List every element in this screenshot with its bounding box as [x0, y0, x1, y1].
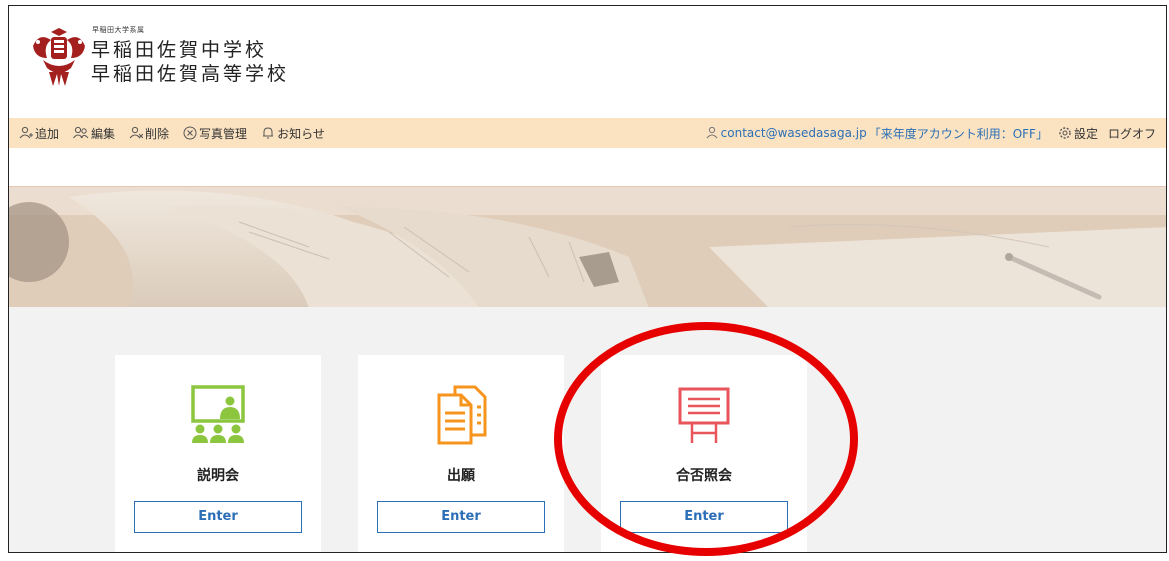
documents-icon: [437, 385, 487, 445]
settings-button[interactable]: 設定: [1058, 125, 1098, 142]
logout-button[interactable]: ログオフ: [1108, 125, 1156, 142]
edit-label: 編集: [91, 126, 116, 141]
site-header: 早稲田大学系属 早稲田佐賀中学校 早稲田佐賀高等学校: [9, 6, 1166, 118]
card-application-title: 出願: [447, 468, 475, 484]
school-logo-icon[interactable]: [29, 24, 89, 90]
banner-books-image: [9, 187, 1166, 308]
user-delete-icon: [129, 126, 144, 139]
school-name-senior: 早稲田佐賀高等学校: [91, 63, 290, 85]
photo-manage-button[interactable]: 写真管理: [183, 125, 247, 142]
user-icon: [706, 126, 718, 139]
bell-icon: [263, 127, 274, 139]
user-add-icon: [19, 126, 33, 139]
notice-button[interactable]: お知らせ: [261, 125, 325, 142]
school-name-junior: 早稲田佐賀中学校: [91, 39, 268, 61]
logout-label: ログオフ: [1107, 126, 1156, 141]
application-enter-button[interactable]: Enter: [377, 501, 545, 533]
card-seminar[interactable]: 説明会 Enter: [115, 355, 321, 552]
university-affiliation: 早稲田大学系属: [92, 26, 145, 34]
spacer: [9, 148, 1166, 186]
account-email: contact@wasedasaga.jp: [720, 126, 867, 140]
delete-button[interactable]: 削除: [129, 125, 169, 142]
photo-manage-label: 写真管理: [199, 126, 248, 141]
card-application[interactable]: 出願 Enter: [358, 355, 564, 552]
notice-label: お知らせ: [277, 126, 325, 141]
add-label: 追加: [35, 126, 60, 141]
account-info: contact@wasedasaga.jp 「来年度アカウント利用：OFF」: [705, 125, 1048, 142]
delete-label: 削除: [145, 126, 170, 141]
add-button[interactable]: 追加: [19, 125, 59, 142]
edit-button[interactable]: 編集: [73, 125, 115, 142]
admin-toolbar: 追加 編集 削除 写真管理 お知らせ contact@wasedasaga.jp…: [9, 118, 1166, 148]
red-annotation-circle: [554, 322, 858, 556]
user-edit-icon: [73, 126, 89, 139]
seminar-icon: [191, 385, 245, 443]
toolbar-account: contact@wasedasaga.jp 「来年度アカウント利用：OFF」 設…: [705, 118, 1156, 148]
settings-label: 設定: [1073, 126, 1098, 141]
gear-icon: [1059, 127, 1071, 139]
toolbar-actions: 追加 編集 削除 写真管理 お知らせ: [19, 118, 339, 148]
hero-banner-image: [9, 186, 1166, 308]
next-year-account-status[interactable]: 「来年度アカウント利用：OFF」: [869, 125, 1048, 142]
card-seminar-title: 説明会: [197, 468, 239, 484]
seminar-enter-button[interactable]: Enter: [134, 501, 302, 533]
photo-manage-icon: [183, 126, 197, 140]
